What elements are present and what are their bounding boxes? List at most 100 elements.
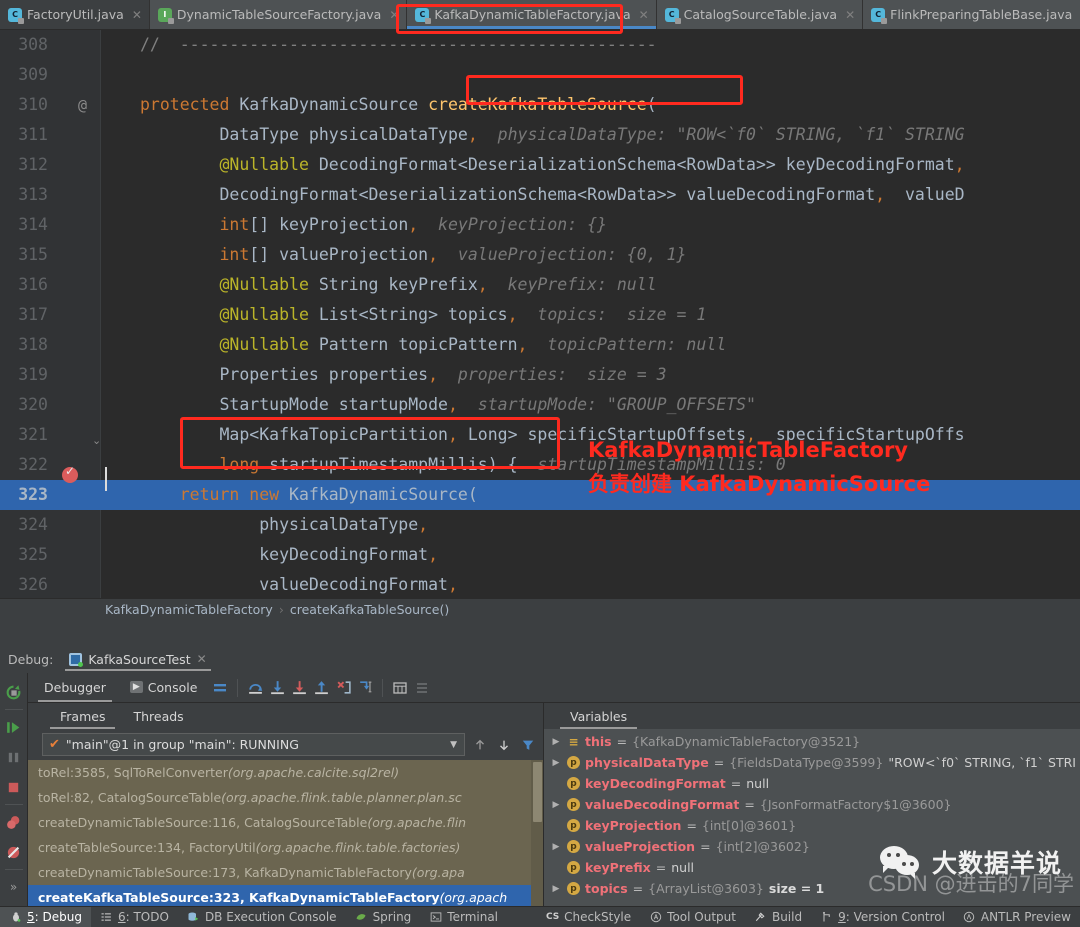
pause-program-icon[interactable] [1,742,27,772]
code-line[interactable]: 308 // ----------------------------------… [0,30,1080,60]
run-to-cursor-icon[interactable] [332,677,354,699]
code-line[interactable]: 324 physicalDataType, [0,510,1080,540]
close-icon[interactable]: ✕ [389,9,399,21]
annotation-marker-icon[interactable]: @ [78,90,87,120]
code-line[interactable]: 310 @ protected KafkaDynamicSource createK… [0,90,1080,120]
debug-split: Frames Threads ✔ "main"@1 in group "main… [28,703,1080,906]
stop-icon[interactable] [1,772,27,802]
frame-row[interactable]: createDynamicTableSource:116, CatalogSou… [28,810,543,835]
status-item-terminal[interactable]: Terminal [420,907,507,927]
mute-breakpoints-icon[interactable] [1,837,27,867]
frame-row[interactable]: toRel:82, CatalogSourceTable (org.apache… [28,785,543,810]
variable-row[interactable]: p keyProjection = {int[0]@3601} [544,815,1080,836]
breadcrumb-class[interactable]: KafkaDynamicTableFactory [105,602,273,617]
code-line[interactable]: 319 Properties properties, properties: s… [0,360,1080,390]
variables-list[interactable]: ▶ ≡ this = {KafkaDynamicTableFactory@3521} ▶ p… [544,729,1080,906]
step-out-icon[interactable] [310,677,332,699]
tab-threads[interactable]: Threads [119,705,197,729]
close-icon[interactable]: ✕ [197,652,207,666]
close-icon[interactable]: ✕ [845,9,855,21]
tab-variables[interactable]: Variables [556,705,641,729]
tab-frames[interactable]: Frames [46,705,119,729]
settings-icon[interactable] [411,677,433,699]
variable-row[interactable]: ▶ p valueProjection = {int[2]@3602} [544,836,1080,857]
code-editor[interactable]: 308 // ----------------------------------… [0,30,1080,620]
frames-list[interactable]: toRel:3585, SqlToRelConverter (org.apach… [28,760,543,906]
editor-tab-kafkadynamictablefactory[interactable]: C KafkaDynamicTableFactory.java ✕ [407,0,657,29]
frame-row[interactable]: createTableSource:134, FactoryUtil (org.… [28,835,543,860]
code-line[interactable]: 309 [0,60,1080,90]
expand-arrow-icon[interactable]: ▶ [550,758,562,768]
status-item-todo[interactable]: 6: TODO [91,907,178,927]
frame-row[interactable]: createDynamicTableSource:173, KafkaDynam… [28,860,543,885]
stack-up-icon[interactable] [471,736,489,754]
expand-arrow-icon[interactable]: ▶ [550,842,562,852]
drop-frame-icon[interactable] [354,677,376,699]
frames-scrollbar[interactable] [531,760,543,906]
frame-row-selected[interactable]: createKafkaTableSource:323, KafkaDynamic… [28,885,543,906]
variable-row[interactable]: p keyPrefix = null [544,857,1080,878]
rerun-icon[interactable] [1,677,27,707]
resume-program-icon[interactable] [1,712,27,742]
code-line[interactable]: 311 DataType physicalDataType, physicalD… [0,120,1080,150]
thread-selector[interactable]: ✔ "main"@1 in group "main": RUNNING ▼ [42,733,465,756]
variable-row[interactable]: ▶ p physicalDataType = {FieldsDataType@3599}… [544,752,1080,773]
code-line[interactable]: 317 @Nullable List<String> topics, topic… [0,300,1080,330]
code-line[interactable]: 321 Map<KafkaTopicPartition, Long> speci… [0,420,1080,450]
variable-row[interactable]: ▶ p topics = {ArrayList@3603} size = 1 [544,878,1080,899]
scrollbar-thumb[interactable] [533,762,542,822]
frame-row[interactable]: toRel:3585, SqlToRelConverter (org.apach… [28,760,543,785]
tab-label: KafkaDynamicTableFactory.java [434,7,631,22]
tab-debugger[interactable]: Debugger [32,675,118,702]
status-item-checkstyle[interactable]: CS CheckStyle [537,907,640,927]
code-line[interactable]: 326 valueDecodingFormat, [0,570,1080,600]
step-over-icon[interactable] [244,677,266,699]
step-into-icon[interactable] [266,677,288,699]
editor-tab-catalogsourcetable[interactable]: C CatalogSourceTable.java ✕ [656,0,864,29]
chevron-down-icon[interactable]: ▼ [450,740,457,750]
code-line[interactable]: 314 int[] keyProjection, keyProjection: … [0,210,1080,240]
code-line[interactable]: 318 @Nullable Pattern topicPattern, topi… [0,330,1080,360]
status-item-tool-output[interactable]: Tool Output [640,907,745,927]
variable-row[interactable]: ▶ p valueDecodingFormat = {JsonFormatFactory… [544,794,1080,815]
evaluate-expression-icon[interactable] [389,677,411,699]
layout-icon[interactable] [209,677,231,699]
code-line[interactable]: 313 DecodingFormat<DeserializationSchema… [0,180,1080,210]
code-text-area[interactable]: 308 // ----------------------------------… [0,30,1080,620]
editor-tab-flinkpreparingtablebase[interactable]: C FlinkPreparingTableBase.java ✕ [863,0,1080,29]
line-number: 308 [18,35,48,54]
expand-arrow-icon[interactable]: ▶ [550,884,562,894]
close-icon[interactable]: ✕ [132,9,142,21]
status-item-antlr-preview[interactable]: ANTLR Preview [954,907,1080,927]
status-item-build[interactable]: Build [745,907,811,927]
variable-name: keyPrefix [585,860,651,875]
status-item-debug[interactable]: 5: Debug [0,906,91,927]
variable-row[interactable]: ▶ ≡ this = {KafkaDynamicTableFactory@3521} [544,731,1080,752]
status-item-db-execution-console[interactable]: DB Execution Console [178,907,346,927]
status-item-version-control[interactable]: 9: Version Control [811,907,954,927]
view-breakpoints-icon[interactable] [1,807,27,837]
filter-icon[interactable] [519,736,537,754]
code-line[interactable]: 315 int[] valueProjection, valueProjecti… [0,240,1080,270]
status-label: : TODO [125,910,169,924]
variable-row[interactable]: p keyDecodingFormat = null [544,773,1080,794]
debug-session-tab[interactable]: KafkaSourceTest ✕ [61,649,214,671]
code-line[interactable]: 320 StartupMode startupMode, startupMode… [0,390,1080,420]
code-line[interactable]: 325 keyDecodingFormat, [0,540,1080,570]
status-item-spring[interactable]: Spring [346,907,421,927]
code-fold-marker-icon[interactable]: ⌄ [92,434,104,450]
breadcrumb[interactable]: KafkaDynamicTableFactory › createKafkaTa… [0,598,1080,620]
expand-arrow-icon[interactable]: ▶ [550,800,562,810]
breadcrumb-method[interactable]: createKafkaTableSource() [290,602,449,617]
breakpoint-verified-icon[interactable] [62,464,78,483]
force-step-into-icon[interactable] [288,677,310,699]
close-icon[interactable]: ✕ [639,9,649,21]
tab-console[interactable]: ▶ Console [118,675,210,701]
editor-tab-factoryutil[interactable]: C FactoryUtil.java ✕ [0,0,150,29]
stack-down-icon[interactable] [495,736,513,754]
expand-arrow-icon[interactable]: ▶ [550,737,562,747]
editor-tab-dynamictablesourcefactory[interactable]: I DynamicTableSourceFactory.java ✕ [149,0,408,29]
more-icon[interactable]: » [1,872,27,902]
code-line[interactable]: 312 @Nullable DecodingFormat<Deserializa… [0,150,1080,180]
code-line[interactable]: 316 @Nullable String keyPrefix, keyPrefi… [0,270,1080,300]
